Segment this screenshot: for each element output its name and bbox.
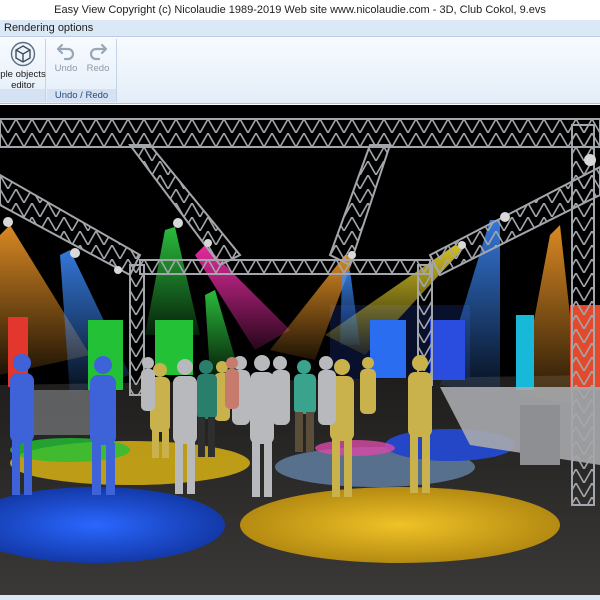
undo-icon — [56, 43, 75, 61]
furniture-left — [30, 390, 90, 435]
ribbon: ple objects editor Undo Redo Undo / Redo — [0, 37, 600, 104]
panel-blue-2 — [430, 320, 465, 380]
multiple-objects-editor-button[interactable]: ple objects editor — [0, 41, 46, 91]
title-bar: Easy View Copyright (c) Nicolaudie 1989-… — [0, 0, 600, 20]
floor-pool-yellow — [240, 487, 560, 563]
editor-group-label — [0, 89, 45, 102]
status-strip — [0, 595, 600, 600]
redo-icon — [89, 43, 108, 61]
redo-button[interactable]: Redo — [83, 41, 113, 74]
ribbon-tab-bar: Rendering options — [0, 20, 600, 37]
undo-redo-group-label: Undo / Redo — [47, 89, 116, 102]
ribbon-group-undo-redo: Undo Redo Undo / Redo — [47, 39, 117, 102]
ribbon-group-editor: ple objects editor — [0, 39, 46, 102]
undo-label: Undo — [54, 63, 78, 74]
editor-button-label-line1: ple objects — [0, 69, 46, 80]
undo-button[interactable]: Undo — [51, 41, 81, 74]
tab-rendering-options[interactable]: Rendering options — [0, 21, 97, 36]
floor-pool-pink — [315, 440, 395, 456]
3d-scene[interactable] — [0, 105, 600, 595]
3d-viewport[interactable] — [0, 105, 600, 595]
panel-cyan — [516, 315, 534, 390]
cube-icon — [10, 41, 36, 67]
table-right — [520, 405, 560, 465]
redo-label: Redo — [86, 63, 110, 74]
window-title: Easy View Copyright (c) Nicolaudie 1989-… — [54, 4, 546, 16]
panel-blue-1 — [370, 320, 406, 378]
